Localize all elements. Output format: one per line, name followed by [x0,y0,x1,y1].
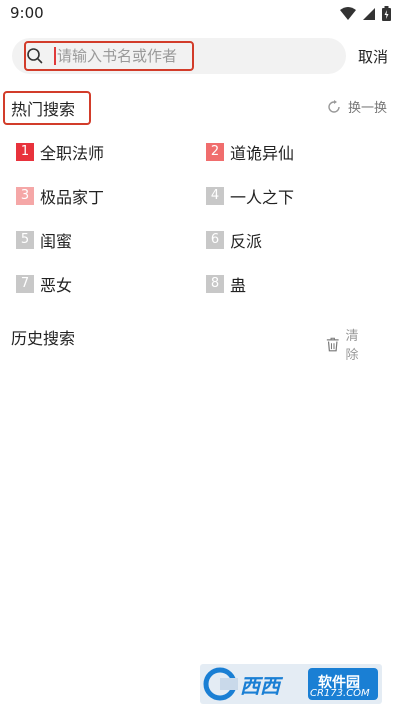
rank-badge: 3 [16,187,34,205]
history-title: 历史搜索 [11,329,76,348]
hot-item-label: 恶女 [40,276,73,295]
rank-badge: 2 [206,143,224,161]
rank-badge: 6 [206,231,224,249]
hot-item-label: 蛊 [230,276,247,295]
hot-item-7[interactable]: 7 恶女 [16,272,72,296]
refresh-icon [328,99,340,113]
refresh-button[interactable]: 换一换 [326,97,387,116]
hot-item-4[interactable]: 4 一人之下 [206,184,294,208]
rank-badge: 8 [206,275,224,293]
refresh-label: 换一换 [348,101,388,116]
battery-icon [382,6,391,21]
hot-item-label: 极品家丁 [40,188,105,207]
rank-badge: 4 [206,187,224,205]
clear-history-label: 清除 [345,329,379,363]
hot-item-label: 全职法师 [40,144,105,163]
hot-item-label: 道诡异仙 [230,144,295,163]
hot-item-label: 闺蜜 [40,232,73,251]
search-input[interactable] [57,45,187,67]
hot-item-2[interactable]: 2 道诡异仙 [206,140,294,164]
hot-item-1[interactable]: 1 全职法师 [16,140,104,164]
watermark-domain: CR173.COM [310,688,370,699]
hot-item-3[interactable]: 3 极品家丁 [16,184,104,208]
hot-item-label: 反派 [230,232,263,251]
hot-search-title: 热门搜索 [11,100,76,119]
cancel-button[interactable]: 取消 [358,46,388,67]
rank-badge: 5 [16,231,34,249]
text-caret [54,47,56,65]
signal-icon [363,7,375,20]
status-bar: 9:00 [0,0,401,28]
status-time: 9:00 [10,4,44,22]
hot-item-label: 一人之下 [230,188,295,207]
hot-item-8[interactable]: 8 蛊 [206,272,246,296]
trash-icon [326,337,339,351]
watermark-brand: 西西 [240,674,280,698]
rank-badge: 1 [16,143,34,161]
hot-item-6[interactable]: 6 反派 [206,228,262,252]
status-icons [340,6,391,21]
wifi-icon [340,6,356,20]
hot-item-5[interactable]: 5 闺蜜 [16,228,72,252]
rank-badge: 7 [16,275,34,293]
clear-history-button[interactable]: 清除 [326,325,401,363]
search-page: 9:00 取消 热门搜索 换一 [0,0,401,713]
